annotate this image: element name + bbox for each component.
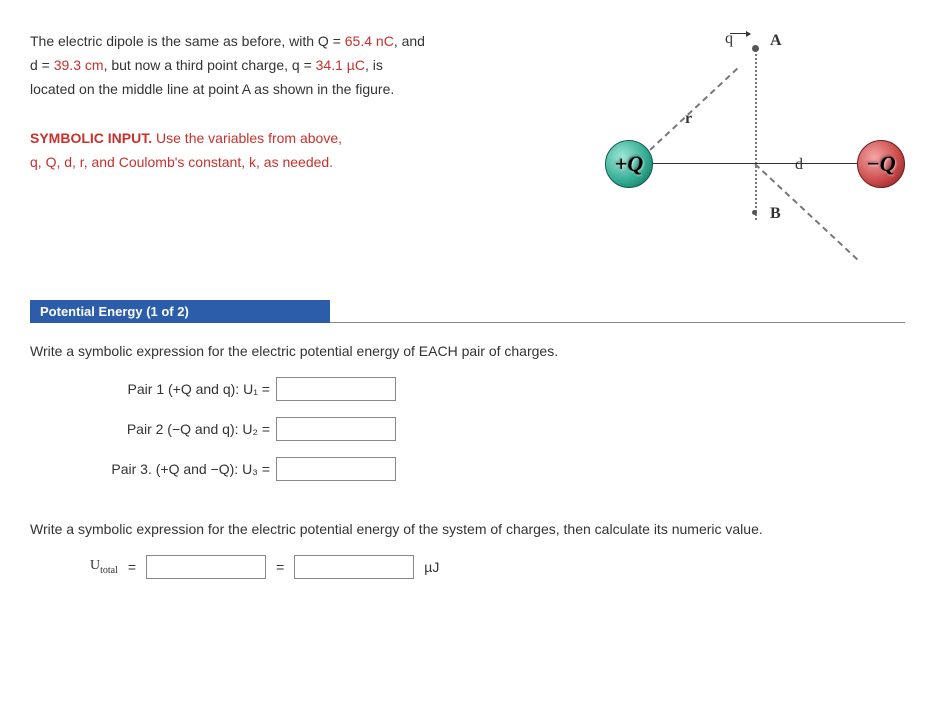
u-total-label: Utotal xyxy=(90,558,118,576)
pair-2-input[interactable] xyxy=(276,417,396,441)
neg-charge-label: −Q xyxy=(866,151,895,177)
pair-1-label: Pair 1 (+Q and q): U₁ = xyxy=(90,381,270,397)
label-q: q xyxy=(725,30,733,48)
symbolic-line-1: SYMBOLIC INPUT. Use the variables from a… xyxy=(30,127,575,151)
q-value: 34.1 µC xyxy=(316,57,365,73)
arrow-to-A xyxy=(730,33,750,34)
label-B: B xyxy=(770,205,781,223)
u-total-symbolic-input[interactable] xyxy=(146,555,266,579)
point-A-dot xyxy=(752,45,759,52)
text: The electric dipole is the same as befor… xyxy=(30,33,345,49)
u-total-numeric-input[interactable] xyxy=(294,555,414,579)
dipole-figure: q A r d B +Q −Q xyxy=(605,30,905,260)
label-d: d xyxy=(795,156,803,174)
pair-3-row: Pair 3. (+Q and −Q): U₃ = xyxy=(90,457,905,481)
problem-prose: The electric dipole is the same as befor… xyxy=(30,30,575,175)
pair-1-input[interactable] xyxy=(276,377,396,401)
total-row: Utotal = = µJ xyxy=(90,555,905,579)
text: , and xyxy=(394,33,425,49)
pair-2-label: Pair 2 (−Q and q): U₂ = xyxy=(90,421,270,437)
label-A: A xyxy=(770,32,782,50)
prompt-2: Write a symbolic expression for the elec… xyxy=(30,521,905,537)
u-total-unit: µJ xyxy=(424,559,439,575)
vertical-dashed-line xyxy=(755,50,757,220)
pair-2-row: Pair 2 (−Q and q): U₂ = xyxy=(90,417,905,441)
horizontal-line xyxy=(651,163,859,164)
pair-3-input[interactable] xyxy=(276,457,396,481)
symbolic-line-2: q, Q, d, r, and Coulomb's constant, k, a… xyxy=(30,151,575,175)
text: Use the variables from above, xyxy=(152,130,342,146)
intro-line-2: d = 39.3 cm, but now a third point charg… xyxy=(30,54,575,78)
text: d = xyxy=(30,57,54,73)
text: , is xyxy=(365,57,383,73)
text: , but now a third point charge, q = xyxy=(104,57,316,73)
equals-sign-2: = xyxy=(276,559,284,575)
pos-charge-label: +Q xyxy=(615,151,643,177)
intro-line-1: The electric dipole is the same as befor… xyxy=(30,30,575,54)
point-B-dot xyxy=(752,210,757,215)
intro-line-3: located on the middle line at point A as… xyxy=(30,78,575,102)
pair-1-row: Pair 1 (+Q and q): U₁ = xyxy=(90,377,905,401)
Q-value: 65.4 nC xyxy=(345,33,394,49)
equals-sign-1: = xyxy=(128,559,136,575)
section-header: Potential Energy (1 of 2) xyxy=(30,300,330,323)
positive-charge: +Q xyxy=(605,140,653,188)
symbolic-input-label: SYMBOLIC INPUT. xyxy=(30,130,152,146)
top-row: The electric dipole is the same as befor… xyxy=(30,30,905,260)
label-r: r xyxy=(685,110,692,128)
d-value: 39.3 cm xyxy=(54,57,104,73)
negative-charge: −Q xyxy=(857,140,905,188)
pair-3-label: Pair 3. (+Q and −Q): U₃ = xyxy=(90,461,270,477)
prompt-1: Write a symbolic expression for the elec… xyxy=(30,343,905,359)
